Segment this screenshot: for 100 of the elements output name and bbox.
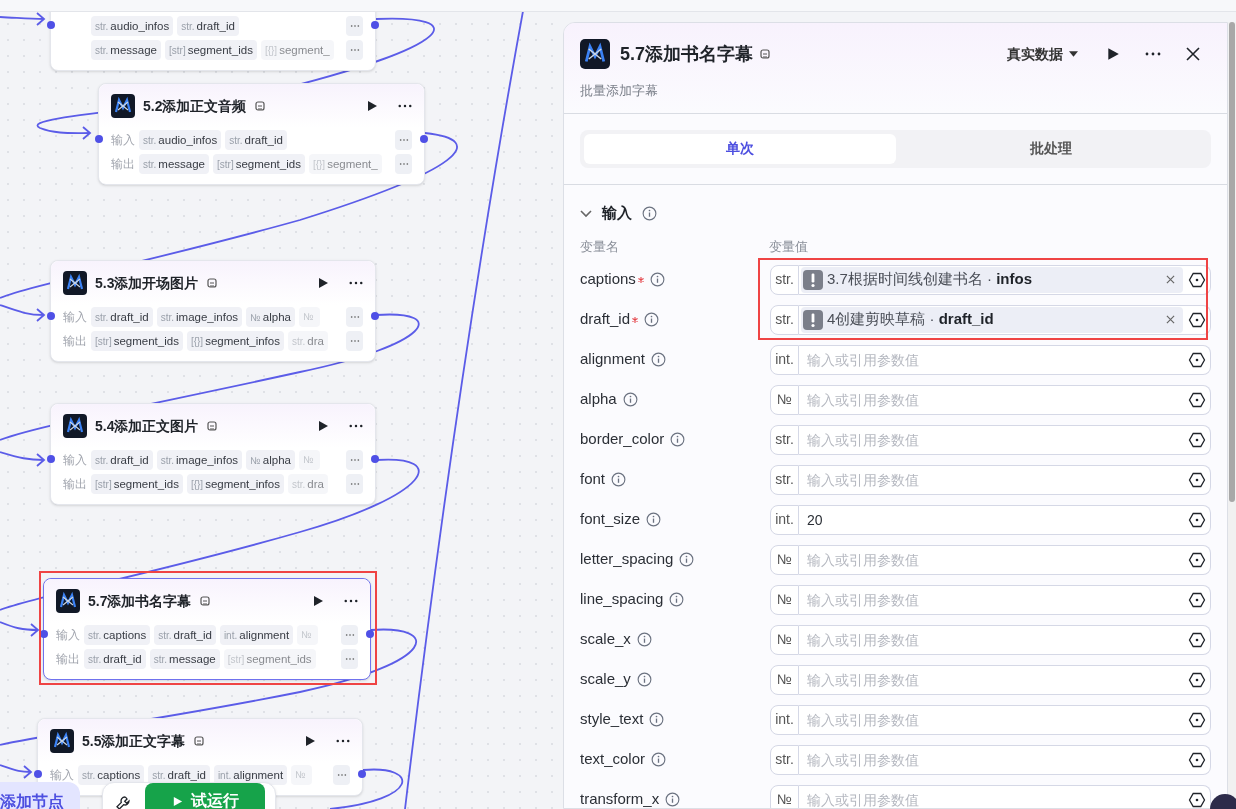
input-field[interactable]: 输入或引用参数值 (799, 584, 1183, 615)
bot-icon (193, 735, 206, 747)
app-logo-icon (580, 39, 610, 69)
variable-button[interactable] (1183, 424, 1211, 455)
more-icon (398, 138, 409, 142)
variable-button[interactable] (1183, 544, 1211, 575)
info-icon (651, 752, 667, 767)
play-button[interactable] (317, 277, 329, 289)
section-title: 输入 (602, 203, 632, 224)
clear-icon[interactable] (1166, 315, 1175, 324)
variable-icon (1187, 270, 1206, 289)
param-tag: str. draft_id (91, 450, 153, 470)
column-header: 变量名 (580, 237, 620, 256)
field-label: text_color (580, 749, 646, 770)
info-icon (646, 512, 662, 527)
param-tag: str. message (149, 649, 220, 669)
data-source-dropdown[interactable]: 真实数据 (1007, 43, 1078, 65)
variable-button[interactable] (1183, 264, 1211, 295)
input-field[interactable]: 输入或引用参数值 (799, 664, 1183, 695)
tab[interactable]: 单次 (584, 133, 896, 164)
bot-icon (206, 277, 219, 289)
row-label: 输出 (111, 156, 135, 173)
more-icon (349, 482, 360, 486)
tab[interactable]: 批处理 (895, 133, 1207, 164)
info-icon (665, 792, 681, 807)
param-tag: int. alignment (213, 765, 288, 785)
variable-button[interactable] (1183, 344, 1211, 375)
more-icon[interactable] (1144, 52, 1162, 56)
clear-icon[interactable] (1166, 275, 1175, 284)
wrench-icon[interactable] (115, 795, 131, 809)
field-label: draft_id (580, 309, 631, 330)
type-label: int. (770, 344, 799, 375)
reference-field[interactable]: 4创建剪映草稿 · draft_id (799, 304, 1183, 335)
variable-button[interactable] (1183, 624, 1211, 655)
field-label: line_spacing (580, 589, 664, 610)
more-icon[interactable] (349, 281, 363, 285)
scrollbar-thumb[interactable] (1229, 22, 1235, 502)
input-field[interactable]: 20 (799, 504, 1183, 535)
more-icon[interactable] (398, 104, 412, 108)
input-field[interactable]: 输入或引用参数值 (799, 544, 1183, 575)
param-tag: № (298, 450, 320, 470)
param-tag: str. draft_id (148, 765, 210, 785)
chevron-icon[interactable] (580, 209, 592, 218)
node-title: 5.3添加开场图片 (95, 273, 199, 293)
type-label: № (770, 784, 799, 808)
input-field[interactable]: 输入或引用参数值 (799, 344, 1183, 375)
variable-button[interactable] (1183, 704, 1211, 735)
variable-button[interactable] (1183, 664, 1211, 695)
input-field[interactable]: 输入或引用参数值 (799, 424, 1183, 455)
input-field[interactable]: 输入或引用参数值 (799, 784, 1183, 808)
input-field[interactable]: 输入或引用参数值 (799, 384, 1183, 415)
param-tag: str. captions (84, 625, 151, 645)
bot-icon (254, 100, 267, 112)
type-label: № (770, 544, 799, 575)
variable-button[interactable] (1183, 384, 1211, 415)
close-icon[interactable] (1186, 47, 1200, 61)
play-button[interactable] (1106, 47, 1120, 61)
info-icon (651, 352, 667, 367)
param-tag: [{}] segment_infos (186, 474, 284, 494)
reference-field[interactable]: 3.7根据时间线创建书名 · infos (799, 264, 1183, 295)
info-icon (636, 632, 652, 647)
more-icon[interactable] (344, 599, 358, 603)
variable-button[interactable] (1183, 504, 1211, 535)
more-icon (398, 162, 409, 166)
field-label: style_text (580, 709, 644, 730)
more-icon (336, 773, 347, 777)
more-icon[interactable] (336, 739, 350, 743)
input-field[interactable]: 输入或引用参数值 (799, 624, 1183, 655)
variable-button[interactable] (1183, 304, 1211, 335)
bot-icon (199, 595, 212, 607)
variable-button[interactable] (1183, 464, 1211, 495)
play-button[interactable] (312, 595, 324, 607)
play-button[interactable] (304, 735, 316, 747)
variable-icon (1187, 470, 1206, 489)
variable-icon (1187, 550, 1206, 569)
play-button[interactable] (317, 420, 329, 432)
param-tag: [str] segment_ids (213, 154, 305, 174)
more-icon (349, 48, 360, 52)
info-icon (649, 272, 665, 287)
input-field[interactable]: 输入或引用参数值 (799, 744, 1183, 775)
input-field[interactable]: 输入或引用参数值 (799, 464, 1183, 495)
warning-icon (803, 269, 823, 290)
field-label: transform_x (580, 789, 660, 808)
param-tag: [str] segment_ids (165, 40, 257, 60)
input-field[interactable]: 输入或引用参数值 (799, 704, 1183, 735)
param-tag: str. image_infos (156, 307, 243, 327)
type-label: str. (770, 744, 799, 775)
play-button[interactable] (366, 100, 378, 112)
param-tag: [str] segment_ids (91, 474, 183, 494)
app-logo-icon (56, 589, 80, 613)
type-label: № (770, 664, 799, 695)
param-tag: № alpha (246, 450, 295, 470)
variable-button[interactable] (1183, 584, 1211, 615)
node-title: 5.2添加正文音频 (143, 96, 247, 116)
variable-button[interactable] (1183, 744, 1211, 775)
variable-button[interactable] (1183, 784, 1211, 808)
field-label: captions (580, 269, 636, 290)
type-label: str. (770, 424, 799, 455)
field-label: alpha (580, 389, 617, 410)
more-icon[interactable] (349, 424, 363, 428)
